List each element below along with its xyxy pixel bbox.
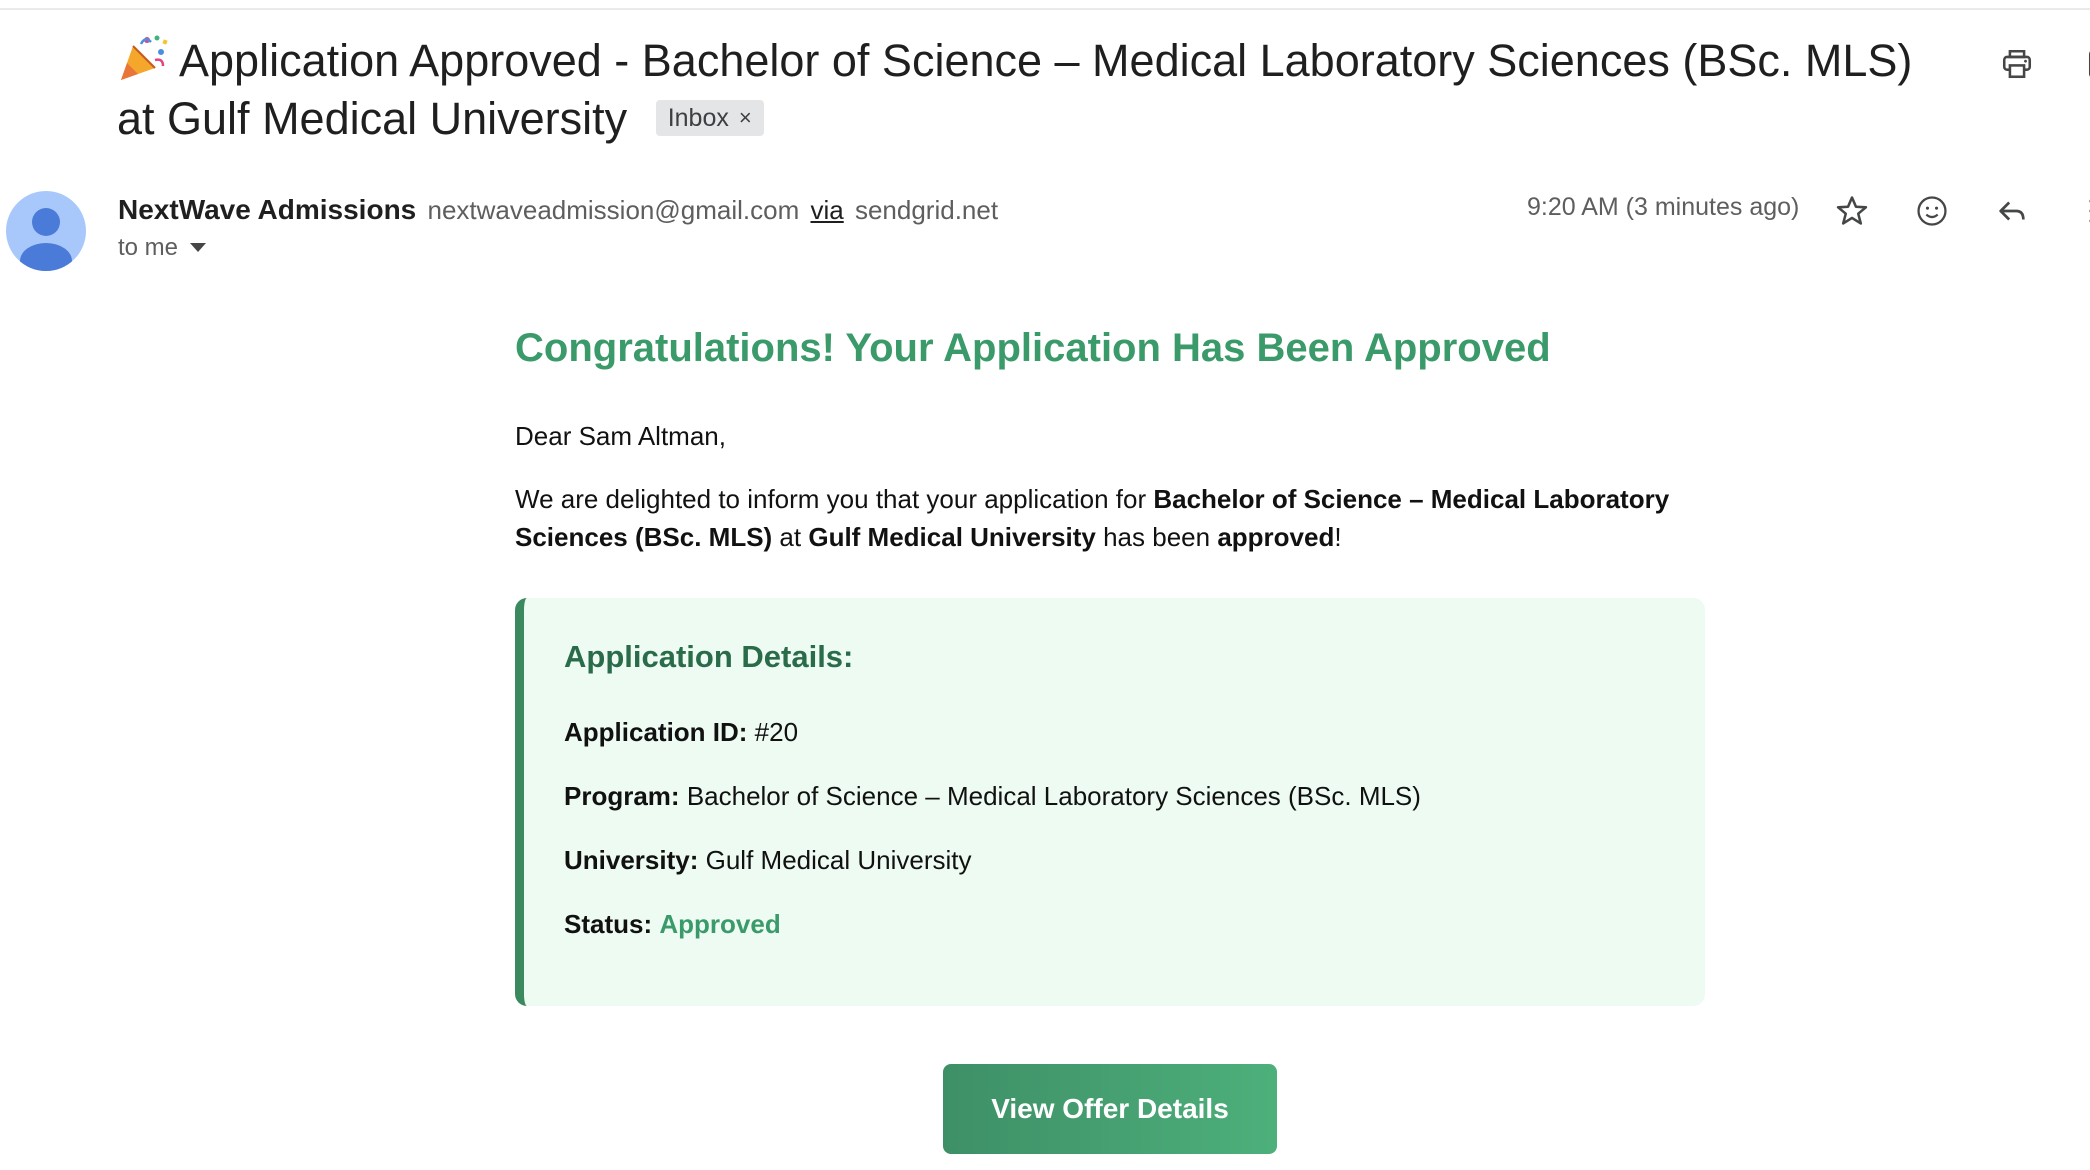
- via-domain: sendgrid.net: [854, 195, 999, 225]
- recipient-label: to me: [118, 234, 179, 261]
- subject-text: Application Approved - Bachelor of Scien…: [117, 35, 1913, 144]
- print-button[interactable]: [1997, 44, 2037, 84]
- application-details-card: Application Details: Application ID: #20…: [515, 598, 1705, 1006]
- inbox-label-chip[interactable]: Inbox ×: [655, 100, 764, 136]
- email-timestamp: 9:20 AM (3 minutes ago): [1527, 193, 1800, 221]
- detail-row-university: University: Gulf Medical University: [564, 842, 1705, 878]
- email-body: Congratulations! Your Application Has Be…: [515, 320, 1715, 1154]
- detail-label: Program:: [564, 781, 680, 811]
- star-button[interactable]: [1832, 191, 1872, 231]
- intro-text: We are delighted to inform you that your…: [515, 484, 1154, 514]
- details-title: Application Details:: [564, 639, 854, 674]
- intro-paragraph: We are delighted to inform you that your…: [515, 480, 1695, 556]
- sender-email: nextwaveadmission@gmail.com: [427, 195, 800, 225]
- detail-row-program: Program: Bachelor of Science – Medical L…: [564, 778, 1705, 814]
- add-reaction-button[interactable]: [1912, 191, 1952, 231]
- message-actions: [1832, 191, 2090, 231]
- detail-value: Gulf Medical University: [705, 845, 972, 875]
- print-icon: [2002, 49, 2032, 79]
- reply-button[interactable]: [1992, 191, 2032, 231]
- via-link[interactable]: via: [810, 195, 843, 225]
- detail-value: #20: [754, 717, 799, 747]
- view-offer-details-button[interactable]: View Offer Details: [943, 1064, 1277, 1154]
- detail-label: Application ID:: [564, 717, 748, 747]
- star-icon: [1836, 196, 1868, 225]
- intro-has-been: has been: [1095, 522, 1218, 552]
- avatar[interactable]: [6, 191, 86, 271]
- inbox-label-text: Inbox: [667, 104, 729, 132]
- chevron-down-icon: [190, 243, 207, 252]
- detail-label: Status:: [564, 909, 653, 939]
- detail-value: Bachelor of Science – Medical Laboratory…: [686, 781, 1421, 811]
- congratulations-heading: Congratulations! Your Application Has Be…: [515, 326, 1551, 370]
- open-in-new-window-button[interactable]: [2083, 44, 2090, 84]
- more-options-button[interactable]: [2072, 191, 2090, 231]
- more-options-icon: [2089, 199, 2090, 223]
- intro-university: Gulf Medical University: [808, 522, 1096, 552]
- top-divider: [0, 0, 2090, 10]
- detail-label: University:: [564, 845, 699, 875]
- sender-info: NextWave Admissions nextwaveadmission@gm…: [118, 192, 998, 228]
- sender-name[interactable]: NextWave Admissions: [118, 194, 416, 225]
- email-view: Application Approved - Bachelor of Scien…: [0, 0, 2090, 1170]
- reply-icon: [1999, 201, 2025, 221]
- detail-row-status: Status: Approved: [564, 906, 1705, 942]
- open-in-new-window-icon: [2088, 51, 2090, 77]
- detail-row-application-id: Application ID: #20: [564, 714, 1705, 750]
- status-badge: Approved: [659, 909, 781, 939]
- cta-container: View Offer Details: [515, 1064, 1705, 1154]
- intro-status: approved: [1217, 522, 1335, 552]
- recipient-details-toggle[interactable]: to me: [118, 234, 207, 262]
- default-avatar-icon: [20, 208, 72, 271]
- remove-label-icon[interactable]: ×: [739, 100, 752, 136]
- emoji-reaction-icon: [1917, 196, 1947, 226]
- email-subject: Application Approved - Bachelor of Scien…: [117, 32, 1947, 148]
- party-popper-icon: [121, 35, 168, 80]
- greeting: Dear Sam Altman,: [515, 421, 726, 451]
- intro-end: !: [1334, 522, 1342, 552]
- top-actions: [1997, 44, 2090, 84]
- intro-at: at: [772, 522, 809, 552]
